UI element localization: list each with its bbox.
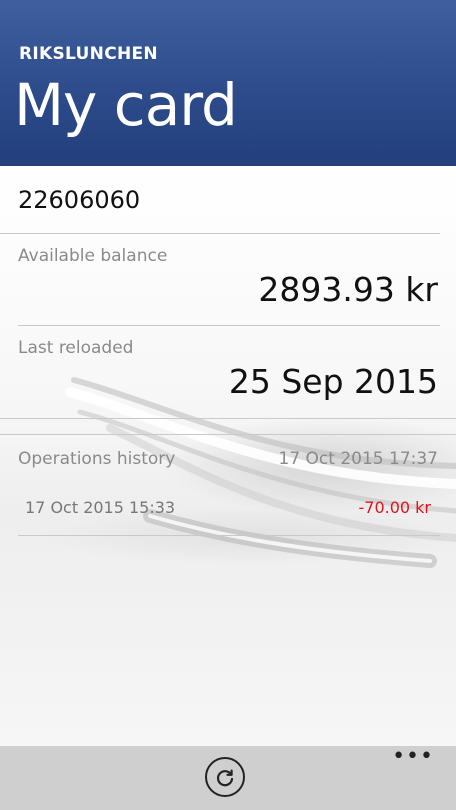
last-reloaded-value: 25 Sep 2015 bbox=[228, 362, 438, 401]
divider bbox=[0, 434, 456, 435]
last-reloaded-label: Last reloaded bbox=[18, 338, 134, 358]
operations-history-label: Operations history bbox=[18, 449, 176, 469]
divider bbox=[18, 325, 440, 326]
app-title: RIKSLUNCHEN bbox=[19, 44, 158, 64]
card-number: 22606060 bbox=[18, 186, 141, 214]
refresh-button[interactable] bbox=[205, 757, 245, 797]
card-content: 22606060 Available balance 2893.93 kr La… bbox=[0, 166, 456, 746]
history-item-amount: -70.00 kr bbox=[358, 498, 431, 517]
page-title: My card bbox=[14, 71, 238, 139]
app-bar: ••• bbox=[0, 746, 456, 810]
balance-value: 2893.93 kr bbox=[258, 270, 438, 309]
divider bbox=[0, 418, 456, 419]
more-options-button[interactable]: ••• bbox=[392, 746, 434, 768]
divider bbox=[0, 233, 440, 234]
header: RIKSLUNCHEN My card bbox=[0, 0, 456, 166]
divider bbox=[18, 535, 440, 536]
history-item-date: 17 Oct 2015 15:33 bbox=[25, 498, 176, 517]
balance-label: Available balance bbox=[18, 246, 168, 266]
refresh-icon bbox=[216, 769, 234, 787]
history-updated-date: 17 Oct 2015 17:37 bbox=[278, 449, 439, 469]
